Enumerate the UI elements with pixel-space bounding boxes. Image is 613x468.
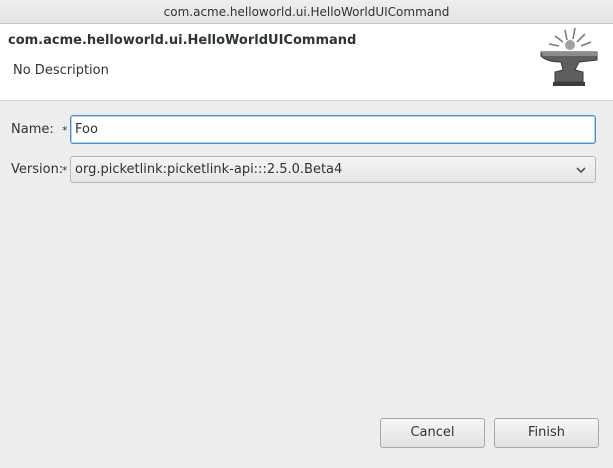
version-dropdown[interactable]: org.picketlink:picketlink-api:::2.5.0.Be… xyxy=(70,156,596,183)
chevron-down-icon xyxy=(576,167,586,174)
header-description: No Description xyxy=(13,63,109,78)
name-label: Name: xyxy=(11,122,54,137)
header-title: com.acme.helloworld.ui.HelloWorldUIComma… xyxy=(8,33,357,48)
version-required-marker: * xyxy=(62,164,68,177)
cancel-button[interactable]: Cancel xyxy=(380,418,485,448)
version-selected-value: org.picketlink:picketlink-api:::2.5.0.Be… xyxy=(75,162,343,177)
name-required-marker: * xyxy=(62,124,68,137)
version-label: Version: xyxy=(11,162,64,177)
window-title: com.acme.helloworld.ui.HelloWorldUIComma… xyxy=(163,5,450,19)
finish-button[interactable]: Finish xyxy=(494,418,599,448)
wizard-window: com.acme.helloworld.ui.HelloWorldUIComma… xyxy=(0,0,613,468)
anvil-icon xyxy=(540,27,598,86)
window-titlebar[interactable]: com.acme.helloworld.ui.HelloWorldUIComma… xyxy=(0,0,613,24)
wizard-header: com.acme.helloworld.ui.HelloWorldUIComma… xyxy=(0,24,613,101)
name-input[interactable] xyxy=(70,115,596,144)
